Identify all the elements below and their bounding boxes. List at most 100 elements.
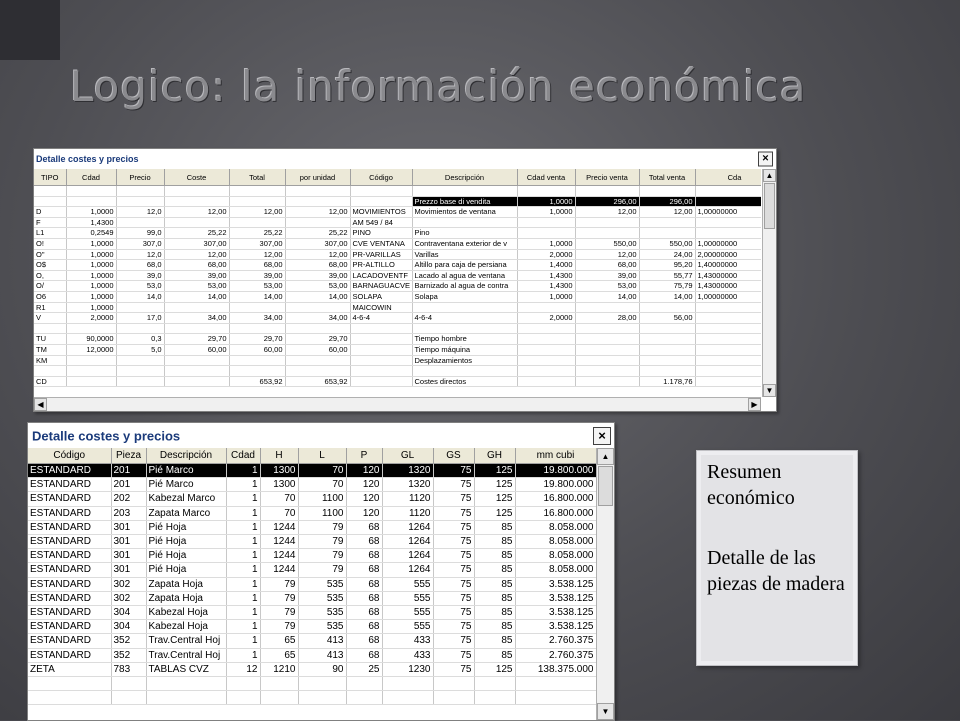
table-row[interactable]: ESTANDARD 301 Pié Hoja 1 1244 79 68 1264 75 85 8.0… bbox=[28, 548, 596, 564]
close-button[interactable]: × bbox=[593, 426, 611, 445]
table-row[interactable]: ESTANDARD 201 Pié Marco 1 1300 70 120 1320 75 125… bbox=[28, 477, 596, 493]
table-cell: 1100 bbox=[298, 506, 347, 521]
table-cell: 29,70 bbox=[164, 333, 230, 345]
table-cell bbox=[164, 185, 230, 197]
column-header[interactable]: Cdad venta bbox=[517, 169, 576, 186]
scroll-thumb[interactable] bbox=[598, 466, 613, 506]
column-header[interactable]: P bbox=[346, 448, 383, 464]
window-titlebar[interactable]: Detalle costes y precios × bbox=[34, 149, 776, 169]
table-cell: 25,22 bbox=[285, 227, 351, 239]
table-row[interactable]: ESTANDARD 302 Zapata Hoja 1 79 535 68 555 75 85 3.… bbox=[28, 591, 596, 607]
cost-table: TIPO Cdad Precio Coste Total por unidad Código… bbox=[34, 169, 761, 388]
column-header[interactable]: Código bbox=[28, 448, 112, 464]
table-row[interactable]: TM 12,0000 5,0 60,00 60,00 60,00 Tiempo máquin… bbox=[34, 344, 761, 356]
column-header[interactable]: TIPO bbox=[34, 169, 67, 186]
column-header[interactable]: Descripción bbox=[412, 169, 518, 186]
table-header-row: TIPO Cdad Precio Coste Total por unidad Código… bbox=[34, 169, 761, 186]
table-row[interactable]: Prezzo base di vendita 1,0000 296,00 296,00 bbox=[34, 196, 761, 208]
table-row[interactable]: ESTANDARD 352 Trav.Central Hoj 1 65 413 68 433 7… bbox=[28, 648, 596, 663]
column-header[interactable]: Cdad bbox=[66, 169, 117, 186]
table-row[interactable]: CD 653,92 653,92 Costes directos 1.178,76 bbox=[34, 376, 761, 388]
column-header[interactable]: Precio bbox=[116, 169, 165, 186]
table-cell bbox=[575, 323, 640, 335]
table-cell: 70 bbox=[298, 463, 347, 479]
table-cell: 307,0 bbox=[116, 238, 165, 250]
column-header[interactable]: por unidad bbox=[285, 169, 351, 186]
column-header[interactable]: mm cubi bbox=[515, 448, 596, 464]
window-title: Detalle costes y precios bbox=[36, 154, 139, 164]
table-row[interactable]: O, 1,0000 39,0 39,00 39,00 39,00 LACADOVENTF La… bbox=[34, 270, 761, 282]
table-cell: ESTANDARD bbox=[28, 562, 112, 578]
table-row[interactable]: ESTANDARD 202 Kabezal Marco 1 70 1100 120 1120 7… bbox=[28, 491, 596, 507]
table-row[interactable]: KM Desplazamientos bbox=[34, 355, 761, 367]
column-header[interactable]: Total venta bbox=[639, 169, 696, 186]
scroll-left-arrow-icon[interactable]: ◀ bbox=[34, 398, 47, 411]
scroll-up-arrow-icon[interactable]: ▲ bbox=[763, 169, 776, 182]
column-header[interactable]: GS bbox=[433, 448, 475, 464]
column-header[interactable]: GH bbox=[474, 448, 516, 464]
table-row[interactable]: ESTANDARD 302 Zapata Hoja 1 79 535 68 555 75 85 3.… bbox=[28, 577, 596, 592]
table-row[interactable]: O/1,0000 53,0 53,00 53,00 53,00 BARNAGUACVE Ba… bbox=[34, 280, 761, 292]
table-row[interactable]: R1 1,0000 MAICOWIN bbox=[34, 302, 761, 314]
table-row[interactable]: O$ 1,0000 68,0 68,00 68,00 68,00 PR-ALTILLO Alt… bbox=[34, 259, 761, 271]
column-header[interactable]: H bbox=[260, 448, 299, 464]
vertical-scrollbar[interactable]: ▲ ▼ bbox=[762, 169, 776, 397]
table-row[interactable]: ESTANDARD 301 Pié Hoja 1 1244 79 68 1264 75 85 8.0… bbox=[28, 520, 596, 536]
table-row[interactable]: V 2,0000 17,0 34,00 34,00 34,00 4-6-4 4-6-4 2,00… bbox=[34, 312, 761, 324]
table-row[interactable] bbox=[34, 365, 761, 377]
scroll-up-arrow-icon[interactable]: ▲ bbox=[597, 448, 614, 465]
column-header[interactable]: Código bbox=[350, 169, 413, 186]
table-row[interactable]: O! 1,0000 307,0 307,00 307,00 307,00 CVE VENTA… bbox=[34, 238, 761, 250]
table-row[interactable]: O6 1,0000 14,0 14,00 14,00 14,00 SOLAPA Solapa 1… bbox=[34, 291, 761, 303]
table-row[interactable]: ESTANDARD 304 Kabezal Hoja 1 79 535 68 555 75 85 3… bbox=[28, 605, 596, 621]
column-header[interactable]: Total bbox=[229, 169, 286, 186]
side-note-panel: Resumen económico Detalle de las piezas … bbox=[696, 450, 858, 666]
table-row[interactable]: L1 0,2549 99,0 25,22 25,22 25,22 PINO Pino bbox=[34, 227, 761, 239]
table-cell: ESTANDARD bbox=[28, 619, 112, 635]
column-header[interactable]: Cda bbox=[695, 169, 761, 186]
table-cell: O" bbox=[34, 249, 67, 261]
table-row[interactable]: ESTANDARD 201 Pié Marco 1 1300 70 120 1320 75 125… bbox=[28, 463, 596, 479]
scroll-right-arrow-icon[interactable]: ▶ bbox=[748, 398, 761, 411]
column-header[interactable]: Precio venta bbox=[575, 169, 640, 186]
table-cell bbox=[260, 676, 299, 692]
vertical-scrollbar[interactable]: ▲ ▼ bbox=[596, 448, 614, 720]
scroll-down-arrow-icon[interactable]: ▼ bbox=[763, 384, 776, 397]
column-header[interactable]: GL bbox=[382, 448, 434, 464]
column-header[interactable]: Cdad bbox=[226, 448, 261, 464]
table-cell: 29,70 bbox=[285, 333, 351, 345]
table-cell: 302 bbox=[111, 577, 147, 592]
table-cell: 68,00 bbox=[229, 259, 286, 271]
scroll-thumb[interactable] bbox=[764, 183, 775, 229]
close-button[interactable]: × bbox=[758, 151, 773, 167]
scroll-down-arrow-icon[interactable]: ▼ bbox=[597, 703, 614, 720]
table-row[interactable]: O" 1,0000 12,0 12,00 12,00 12,00 PR-VARILLAS Va… bbox=[34, 249, 761, 261]
table-cell bbox=[412, 302, 518, 314]
horizontal-scrollbar[interactable]: ◀ ▶ bbox=[34, 397, 761, 411]
table-cell: 60,00 bbox=[285, 344, 351, 356]
column-header[interactable]: L bbox=[298, 448, 347, 464]
table-cell: 433 bbox=[382, 648, 434, 663]
table-row[interactable]: ESTANDARD 352 Trav.Central Hoj 1 65 413 68 433 7… bbox=[28, 633, 596, 649]
table-row[interactable]: D 1,0000 12,0 12,00 12,00 12,00 MOVIMIENTOS Mov… bbox=[34, 206, 761, 218]
table-row[interactable]: TU 90,0000 0,3 29,70 29,70 29,70 Tiempo hombre bbox=[34, 333, 761, 345]
window-titlebar[interactable]: Detalle costes y precios × bbox=[28, 423, 614, 448]
column-header[interactable]: Pieza bbox=[111, 448, 147, 464]
column-header[interactable]: Descripción bbox=[146, 448, 227, 464]
table-row[interactable]: ESTANDARD 301 Pié Hoja 1 1244 79 68 1264 75 85 8.0… bbox=[28, 562, 596, 578]
table-row[interactable] bbox=[34, 185, 761, 197]
table-cell bbox=[433, 676, 475, 692]
table-cell: Pié Hoja bbox=[146, 534, 227, 550]
table-cell: 555 bbox=[382, 591, 434, 607]
column-header[interactable]: Coste bbox=[164, 169, 230, 186]
table-row[interactable] bbox=[28, 690, 596, 706]
table-cell: 85 bbox=[474, 605, 516, 621]
table-row[interactable]: ESTANDARD 301 Pié Hoja 1 1244 79 68 1264 75 85 8.0… bbox=[28, 534, 596, 550]
table-row[interactable]: F 1,4300 AM 549 / 84 bbox=[34, 217, 761, 229]
table-cell: ESTANDARD bbox=[28, 548, 112, 564]
table-row[interactable] bbox=[28, 676, 596, 692]
table-row[interactable]: ZETA 783 TABLAS CVZ 12 1210 90 25 1230 75 125 138.… bbox=[28, 662, 596, 678]
table-row[interactable]: ESTANDARD 203 Zapata Marco 1 70 1100 120 1120 75… bbox=[28, 506, 596, 521]
table-row[interactable]: ESTANDARD 304 Kabezal Hoja 1 79 535 68 555 75 85 3… bbox=[28, 619, 596, 635]
table-row[interactable] bbox=[34, 323, 761, 335]
